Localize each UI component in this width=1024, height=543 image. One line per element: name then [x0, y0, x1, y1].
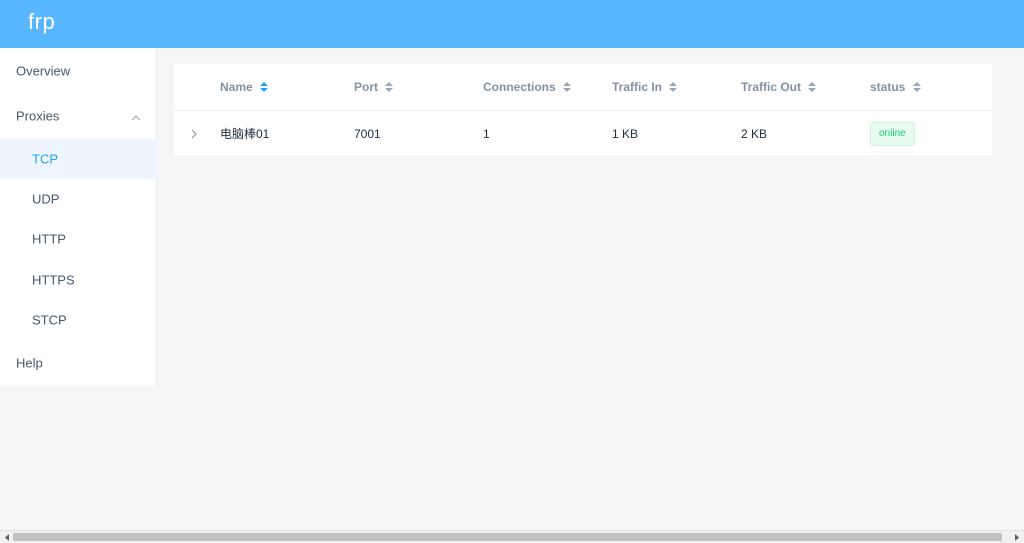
menu-item-stcp[interactable]: STCP	[0, 300, 157, 340]
chevron-up-icon	[131, 115, 141, 121]
column-header-traffic-out[interactable]: Traffic Out	[741, 64, 817, 111]
menu-item-https[interactable]: HTTPS	[0, 260, 157, 300]
brand-logo[interactable]: frp	[28, 9, 55, 35]
proxy-table: Name Port Connections Traffic In Traffic…	[174, 64, 992, 158]
column-header-name[interactable]: Name	[220, 64, 269, 111]
sort-caret-icon	[808, 81, 817, 92]
cell-traffic-in: 1 KB	[612, 127, 639, 141]
sort-caret-icon	[669, 81, 678, 92]
scroll-left-icon[interactable]	[3, 534, 11, 541]
menu-item-label: HTTPS	[32, 272, 75, 288]
horizontal-scrollbar[interactable]	[0, 530, 1024, 543]
cell-name: 电脑棒01	[220, 127, 270, 141]
menu-item-label: Proxies	[16, 108, 60, 124]
sort-caret-icon	[563, 81, 572, 92]
menu-item-udp[interactable]: UDP	[0, 179, 157, 219]
app-header: frp	[0, 0, 1024, 48]
menu-item-label: TCP	[32, 151, 58, 167]
menu-item-label: Overview	[16, 63, 71, 79]
column-header-traffic-in[interactable]: Traffic In	[612, 64, 678, 111]
cell-traffic-out: 2 KB	[741, 127, 768, 141]
sort-caret-icon	[912, 81, 921, 92]
menu-item-label: HTTP	[32, 231, 66, 247]
submenu-proxies[interactable]: Proxies	[0, 96, 157, 136]
menu-item-label: Help	[16, 355, 43, 371]
scroll-right-icon[interactable]	[1013, 534, 1021, 541]
cell-connections: 1	[483, 127, 490, 141]
column-header-status[interactable]: status	[870, 64, 921, 111]
menu-item-tcp[interactable]: TCP	[0, 139, 157, 179]
menu-item-help[interactable]: Help	[0, 343, 157, 383]
scrollbar-thumb[interactable]	[13, 533, 1002, 541]
chevron-right-icon[interactable]	[189, 128, 199, 140]
table-header: Name Port Connections Traffic In Traffic…	[174, 64, 992, 111]
menu-item-http[interactable]: HTTP	[0, 219, 157, 259]
status-badge: online	[870, 122, 915, 146]
table-row[interactable]: 电脑棒01 7001 1 1 KB 2 KB online	[174, 111, 992, 157]
cell-port: 7001	[354, 127, 381, 141]
sidebar-menu: Overview Proxies TCP UDP HTTP HTTPS STCP…	[0, 48, 157, 386]
sort-caret-icon	[260, 81, 269, 92]
menu-item-overview[interactable]: Overview	[0, 51, 157, 91]
menu-item-label: UDP	[32, 191, 60, 207]
sort-caret-icon	[385, 81, 394, 92]
column-header-port[interactable]: Port	[354, 64, 394, 111]
column-header-connections[interactable]: Connections	[483, 64, 572, 111]
menu-item-label: STCP	[32, 312, 67, 328]
